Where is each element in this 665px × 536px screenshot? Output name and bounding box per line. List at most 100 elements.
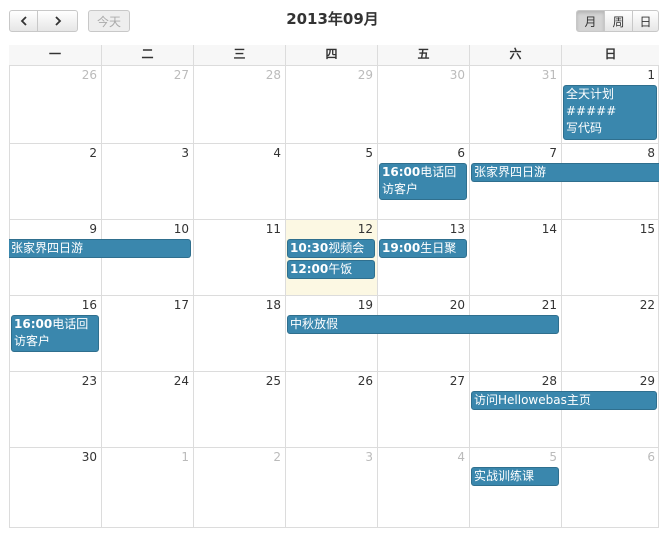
weekday-header: 五 (377, 45, 469, 65)
day-cell[interactable]: 17 (101, 295, 193, 371)
day-number: 13 (449, 222, 465, 236)
event-time: 10:30 (290, 241, 329, 255)
day-number: 5 (365, 146, 373, 160)
day-number: 3 (181, 146, 189, 160)
calendar-event[interactable]: 访问Hellowebas主页 (471, 391, 657, 410)
event-time: 12:00 (290, 262, 329, 276)
day-number: 31 (541, 68, 557, 82)
weekday-header: 四 (285, 45, 377, 65)
day-number: 22 (639, 298, 655, 312)
day-cell[interactable]: 3 (101, 143, 193, 219)
day-number: 15 (639, 222, 655, 236)
day-number: 30 (81, 450, 97, 464)
day-number: 17 (173, 298, 189, 312)
day-cell[interactable]: 27 (377, 371, 469, 447)
day-cell[interactable]: 14 (469, 219, 561, 295)
day-number: 12 (357, 222, 373, 236)
day-number: 1 (181, 450, 189, 464)
day-cell[interactable]: 30 (377, 65, 469, 143)
day-number: 6 (457, 146, 465, 160)
event-title: 张家界四日游 (11, 241, 84, 255)
calendar-event[interactable]: 12:00午饭 (287, 260, 375, 279)
calendar-event[interactable]: 全天计划 ##### 写代码 (563, 85, 657, 140)
day-number: 4 (273, 146, 281, 160)
event-title: 访问Hellowebas主页 (474, 393, 591, 407)
day-number: 29 (639, 374, 655, 388)
day-cell[interactable]: 27 (101, 65, 193, 143)
day-number: 7 (549, 146, 557, 160)
day-number: 2 (273, 450, 281, 464)
view-week-button[interactable]: 周 (604, 10, 633, 32)
event-title: 张家界四日游 (474, 165, 547, 179)
day-number: 27 (449, 374, 465, 388)
day-number: 29 (357, 68, 373, 82)
weekday-header: 六 (469, 45, 561, 65)
day-number: 27 (173, 68, 189, 82)
day-number: 14 (541, 222, 557, 236)
event-time: 16:00 (382, 165, 421, 179)
day-cell[interactable]: 15 (561, 219, 659, 295)
view-day-button[interactable]: 日 (632, 10, 659, 32)
calendar-event[interactable]: 10:30视频会议 (287, 239, 375, 258)
day-number: 25 (265, 374, 281, 388)
day-cell[interactable]: 31 (469, 65, 561, 143)
event-title: 午饭 (328, 262, 353, 276)
day-cell[interactable]: 2 (9, 143, 101, 219)
calendar-event[interactable]: 张家界四日游 (471, 163, 659, 182)
day-number: 18 (265, 298, 281, 312)
weekday-header: 二 (101, 45, 193, 65)
day-number: 8 (647, 146, 655, 160)
day-number: 28 (265, 68, 281, 82)
day-number: 21 (541, 298, 557, 312)
day-cell[interactable]: 6 (561, 447, 659, 528)
calendar-toolbar: 今天 2013年09月 月 周 日 (0, 0, 665, 44)
day-cell[interactable]: 24 (101, 371, 193, 447)
day-cell[interactable]: 3 (285, 447, 377, 528)
event-time: 19:00 (382, 241, 421, 255)
day-number: 11 (265, 222, 281, 236)
day-number: 26 (81, 68, 97, 82)
event-title: 全天计划 ##### 写代码 (566, 87, 617, 135)
day-number: 5 (549, 450, 557, 464)
event-title: 中秋放假 (290, 317, 339, 331)
day-number: 26 (357, 374, 373, 388)
day-cell[interactable]: 23 (9, 371, 101, 447)
day-number: 20 (449, 298, 465, 312)
calendar-event[interactable]: 张家界四日游 (9, 239, 191, 258)
day-cell[interactable]: 11 (193, 219, 285, 295)
calendar-event[interactable]: 19:00生日聚会 (379, 239, 467, 258)
calendar-event[interactable]: 中秋放假 (287, 315, 559, 334)
day-cell[interactable]: 4 (377, 447, 469, 528)
day-cell[interactable]: 2 (193, 447, 285, 528)
weekday-header: 三 (193, 45, 285, 65)
day-cell[interactable]: 25 (193, 371, 285, 447)
day-cell[interactable]: 28 (193, 65, 285, 143)
event-time: 16:00 (14, 317, 53, 331)
view-month-button[interactable]: 月 (576, 10, 605, 32)
day-cell[interactable]: 30 (9, 447, 101, 528)
day-cell[interactable]: 1 (101, 447, 193, 528)
day-cell[interactable]: 22 (561, 295, 659, 371)
day-cell[interactable]: 26 (9, 65, 101, 143)
calendar-event[interactable]: 16:00电话回访客户 (11, 315, 99, 352)
day-number: 2 (89, 146, 97, 160)
day-number: 10 (173, 222, 189, 236)
day-cell[interactable]: 18 (193, 295, 285, 371)
weekday-header: 日 (561, 45, 659, 65)
day-cell[interactable]: 26 (285, 371, 377, 447)
day-number: 30 (449, 68, 465, 82)
day-number: 19 (357, 298, 373, 312)
day-number: 9 (89, 222, 97, 236)
calendar-event[interactable]: 实战训练课 (471, 467, 559, 486)
event-title: 实战训练课 (474, 469, 535, 483)
day-cell[interactable]: 5 (285, 143, 377, 219)
day-number: 16 (81, 298, 97, 312)
day-cell[interactable]: 4 (193, 143, 285, 219)
day-cell[interactable]: 5 (469, 447, 561, 528)
day-number: 28 (541, 374, 557, 388)
day-number: 23 (81, 374, 97, 388)
day-number: 6 (647, 450, 655, 464)
calendar-event[interactable]: 16:00电话回访客户 (379, 163, 467, 200)
day-cell[interactable]: 29 (285, 65, 377, 143)
calendar-title: 2013年09月 (286, 10, 379, 28)
